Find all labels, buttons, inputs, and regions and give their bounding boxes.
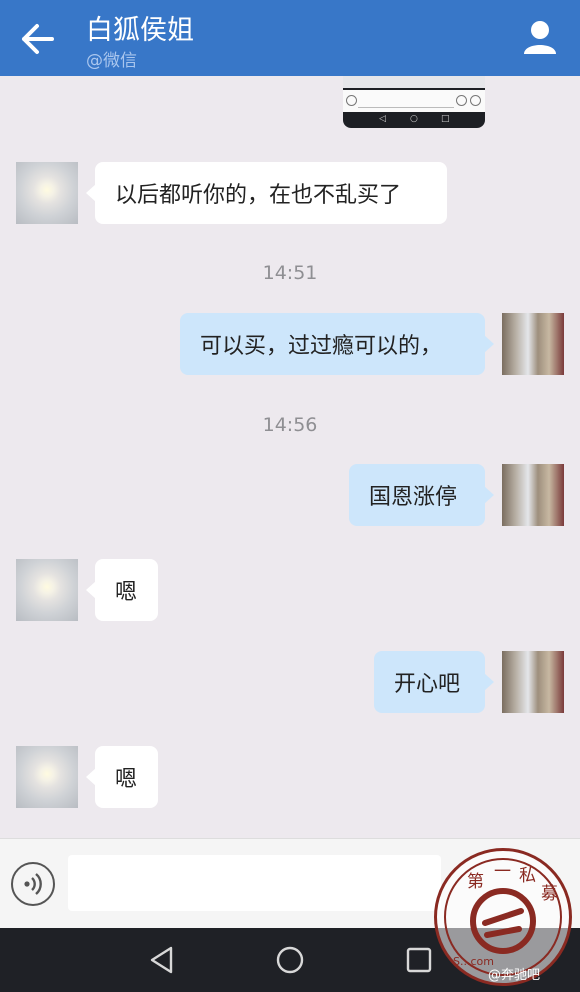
thumbnail-voice-icon [346, 95, 357, 106]
watermark-caption: @奔驰吧 [488, 968, 541, 983]
message-timestamp: 14:56 [262, 414, 318, 436]
my-avatar[interactable] [502, 464, 564, 526]
message-text: 嗯 [115, 580, 138, 605]
message-bubble-received[interactable]: 以后都听你的，在也不乱买了 [86, 162, 447, 224]
contact-avatar[interactable] [16, 559, 78, 621]
thumbnail-home-icon: ○ [410, 114, 418, 124]
person-icon[interactable] [520, 18, 560, 58]
message-bubble-sent[interactable]: 可以买，过过瘾可以的， [180, 313, 494, 375]
contact-avatar[interactable] [16, 162, 78, 224]
message-text: 可以买，过过瘾可以的， [200, 334, 443, 359]
voice-icon[interactable] [11, 862, 55, 906]
svg-text:一: 一 [494, 862, 511, 882]
thumbnail-input [358, 95, 454, 108]
message-bubble-sent[interactable]: 国恩涨停 [349, 464, 494, 526]
nav-back-icon[interactable] [146, 944, 178, 976]
thumbnail-plus-icon [470, 95, 481, 106]
message-text: 嗯 [115, 767, 138, 792]
message-text: 国恩涨停 [369, 485, 458, 510]
chat-subtitle: @微信 [86, 51, 137, 71]
nav-home-icon[interactable] [274, 944, 306, 976]
svg-text:私: 私 [519, 866, 536, 886]
message-bubble-sent[interactable]: 开心吧 [374, 651, 494, 713]
message-timestamp: 14:51 [262, 262, 318, 284]
my-avatar[interactable] [502, 651, 564, 713]
message-input[interactable] [68, 855, 441, 911]
thumbnail-emoji-icon [456, 95, 467, 106]
message-bubble-received[interactable]: 嗯 [86, 559, 158, 621]
nav-recent-apps-icon[interactable] [403, 944, 435, 976]
thumbnail-recent-icon: □ [441, 114, 450, 124]
svg-text:募: 募 [541, 884, 558, 904]
message-text: 开心吧 [394, 672, 461, 697]
contact-avatar[interactable] [16, 746, 78, 808]
chat-title: 白狐侯姐 [86, 15, 194, 46]
message-text: 以后都听你的，在也不乱买了 [115, 183, 402, 208]
thumbnail-strip [343, 76, 485, 88]
my-avatar[interactable] [502, 313, 564, 375]
thumbnail-back-icon: ◁ [379, 114, 386, 124]
back-arrow-icon[interactable] [20, 22, 56, 56]
message-bubble-received[interactable]: 嗯 [86, 746, 158, 808]
app-header: 白狐侯姐 @微信 [0, 0, 580, 76]
image-message-thumbnail[interactable]: ◁ ○ □ [343, 76, 485, 128]
svg-text:第: 第 [467, 872, 484, 892]
